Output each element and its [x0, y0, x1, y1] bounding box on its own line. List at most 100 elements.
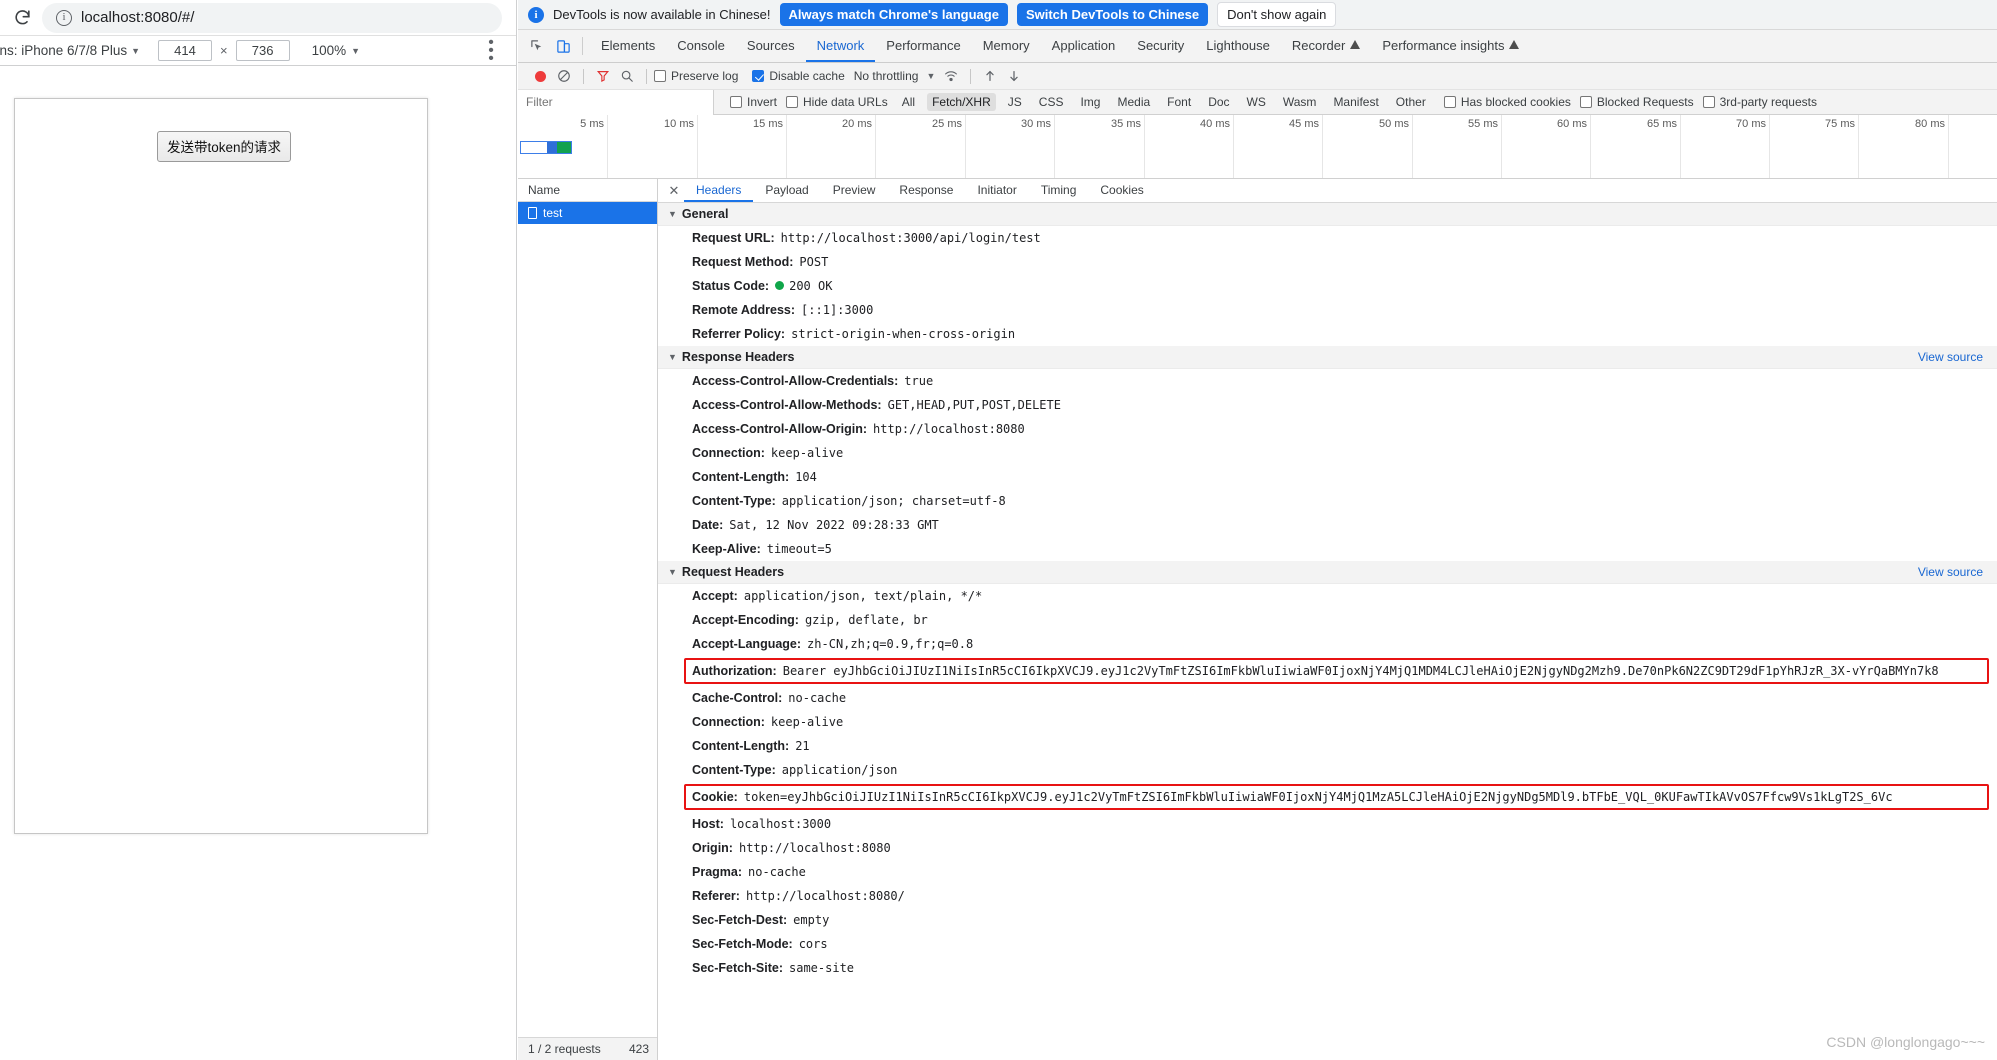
device-selector[interactable]: ons: iPhone 6/7/8 Plus ▼ — [0, 43, 140, 58]
header-value: GET,HEAD,PUT,POST,DELETE — [887, 398, 1061, 412]
header-value: same-site — [789, 961, 855, 975]
tab-performance[interactable]: Performance — [875, 30, 971, 62]
device-height-input[interactable]: 736 — [235, 40, 290, 61]
throttling-selector[interactable]: No throttling ▼ — [854, 69, 936, 83]
tab-recorder[interactable]: Recorder — [1281, 30, 1371, 62]
export-har-icon[interactable] — [1002, 65, 1026, 87]
timeline-tick-label: 45 ms — [1289, 118, 1319, 130]
filter-type-fetch-xhr[interactable]: Fetch/XHR — [927, 93, 996, 111]
close-icon[interactable]: ✕ — [664, 179, 684, 202]
filter-type-wasm[interactable]: Wasm — [1278, 93, 1322, 111]
header-key: Sec-Fetch-Site: — [692, 961, 783, 975]
header-value: 21 — [795, 739, 810, 753]
header-row: Connection: keep-alive — [658, 710, 1997, 734]
header-value: http://localhost:8080/ — [745, 889, 905, 903]
tab-label: Elements — [601, 37, 656, 53]
tab-application[interactable]: Application — [1041, 30, 1127, 62]
network-timeline-overview[interactable]: 5 ms 10 ms 15 ms 20 ms 25 ms 30 ms 35 ms 40 ms 4… — [518, 115, 1997, 179]
reload-icon[interactable] — [8, 4, 36, 32]
device-zoom-value: 100% — [311, 43, 347, 58]
send-token-request-button[interactable]: 发送带token的请求 — [157, 131, 292, 162]
detail-tab-cookies[interactable]: Cookies — [1088, 179, 1155, 202]
section-header-general[interactable]: ▼ General — [658, 203, 1997, 226]
device-toolbar-toggle-icon[interactable] — [550, 30, 576, 62]
filter-funnel-icon[interactable] — [591, 65, 615, 87]
inspect-element-icon[interactable] — [524, 30, 550, 62]
filter-type-img[interactable]: Img — [1075, 93, 1105, 111]
dont-show-again-button[interactable]: Don't show again — [1217, 2, 1337, 27]
address-bar[interactable]: i localhost:8080/#/ — [42, 2, 502, 33]
site-info-icon[interactable]: i — [56, 9, 72, 26]
filter-type-other[interactable]: Other — [1391, 93, 1431, 111]
tab-performance-insights[interactable]: Performance insights — [1371, 30, 1530, 62]
invert-checkbox[interactable]: Invert — [730, 95, 777, 109]
hide-data-urls-checkbox[interactable]: Hide data URLs — [786, 95, 888, 109]
tab-label: Lighthouse — [1206, 37, 1270, 53]
clear-icon[interactable] — [552, 65, 576, 87]
more-vertical-icon[interactable]: • • • — [482, 34, 500, 66]
timeline-tick: 55 ms — [1468, 115, 1502, 178]
header-value: localhost:3000 — [729, 817, 832, 831]
device-emulation-toolbar: ons: iPhone 6/7/8 Plus ▼ 414 × 736 100% … — [0, 34, 516, 66]
timeline-tick-label: 70 ms — [1736, 118, 1766, 130]
tab-console[interactable]: Console — [666, 30, 736, 62]
section-header-response-headers[interactable]: ▼ Response Headers View source — [658, 346, 1997, 369]
detail-tab-headers[interactable]: Headers — [684, 179, 754, 202]
tab-list: Elements Console Sources Network Performance… — [590, 30, 1530, 62]
switch-devtools-language-button[interactable]: Switch DevTools to Chinese — [1016, 3, 1209, 26]
filter-type-all[interactable]: All — [897, 93, 920, 111]
filter-type-manifest[interactable]: Manifest — [1328, 93, 1383, 111]
filter-type-css[interactable]: CSS — [1034, 93, 1069, 111]
filter-type-js[interactable]: JS — [1003, 93, 1027, 111]
preserve-log-checkbox[interactable]: Preserve log — [654, 69, 738, 83]
timeline-tick-label: 25 ms — [932, 118, 962, 130]
section-header-left: ▼ Request Headers — [668, 565, 784, 579]
tab-sources[interactable]: Sources — [736, 30, 806, 62]
section-header-request-headers[interactable]: ▼ Request Headers View source — [658, 561, 1997, 584]
filter-type-ws[interactable]: WS — [1242, 93, 1271, 111]
request-name: test — [543, 206, 563, 220]
tab-memory[interactable]: Memory — [972, 30, 1041, 62]
tab-network[interactable]: Network — [805, 30, 876, 62]
search-input[interactable] — [518, 89, 714, 115]
tab-lighthouse[interactable]: Lighthouse — [1195, 30, 1281, 62]
record-icon[interactable] — [528, 65, 552, 87]
detail-tab-payload[interactable]: Payload — [753, 179, 820, 202]
checkbox-box — [1702, 96, 1715, 108]
header-value: zh-CN,zh;q=0.9,fr;q=0.8 — [807, 637, 974, 651]
detail-tab-preview[interactable]: Preview — [821, 179, 888, 202]
has-blocked-cookies-checkbox[interactable]: Has blocked cookies — [1443, 95, 1571, 109]
header-row: Content-Length: 104 — [658, 465, 1997, 489]
import-har-icon[interactable] — [978, 65, 1002, 87]
tab-security[interactable]: Security — [1126, 30, 1195, 62]
filter-type-doc[interactable]: Doc — [1203, 93, 1234, 111]
tab-label: Security — [1137, 37, 1185, 53]
table-row[interactable]: test — [518, 202, 657, 224]
device-zoom-selector[interactable]: 100% ▼ — [312, 43, 360, 58]
view-source-link[interactable]: View source — [1918, 350, 1983, 364]
detail-tab-list: Headers Payload Preview Response Initiator Ti… — [684, 179, 1156, 202]
device-height-value: 736 — [251, 43, 274, 58]
filter-type-font[interactable]: Font — [1162, 93, 1196, 111]
blocked-requests-checkbox[interactable]: Blocked Requests — [1579, 95, 1694, 109]
tab-elements[interactable]: Elements — [590, 30, 666, 62]
network-toolbar: Preserve log Disable cache No throttling… — [518, 63, 1997, 90]
filter-type-media[interactable]: Media — [1112, 93, 1155, 111]
third-party-requests-checkbox[interactable]: 3rd-party requests — [1702, 95, 1817, 109]
detail-tab-initiator[interactable]: Initiator — [965, 179, 1028, 202]
timeline-tick: 15 ms — [753, 115, 787, 178]
requests-list-panel: Name test 1 / 2 requests 423 — [518, 179, 658, 1060]
requests-column-header[interactable]: Name — [518, 179, 657, 202]
header-value: true — [904, 374, 934, 388]
network-conditions-icon[interactable] — [939, 65, 963, 87]
view-source-link[interactable]: View source — [1918, 565, 1983, 579]
header-key: Host: — [692, 817, 724, 831]
timeline-tick-label: 30 ms — [1021, 118, 1051, 130]
search-icon[interactable] — [615, 65, 639, 87]
always-match-language-button[interactable]: Always match Chrome's language — [779, 3, 1008, 26]
disable-cache-checkbox[interactable]: Disable cache — [752, 69, 845, 83]
detail-tab-timing[interactable]: Timing — [1029, 179, 1089, 202]
device-width-input[interactable]: 414 — [158, 40, 213, 61]
detail-tab-response[interactable]: Response — [887, 179, 965, 202]
device-width-value: 414 — [174, 43, 196, 58]
